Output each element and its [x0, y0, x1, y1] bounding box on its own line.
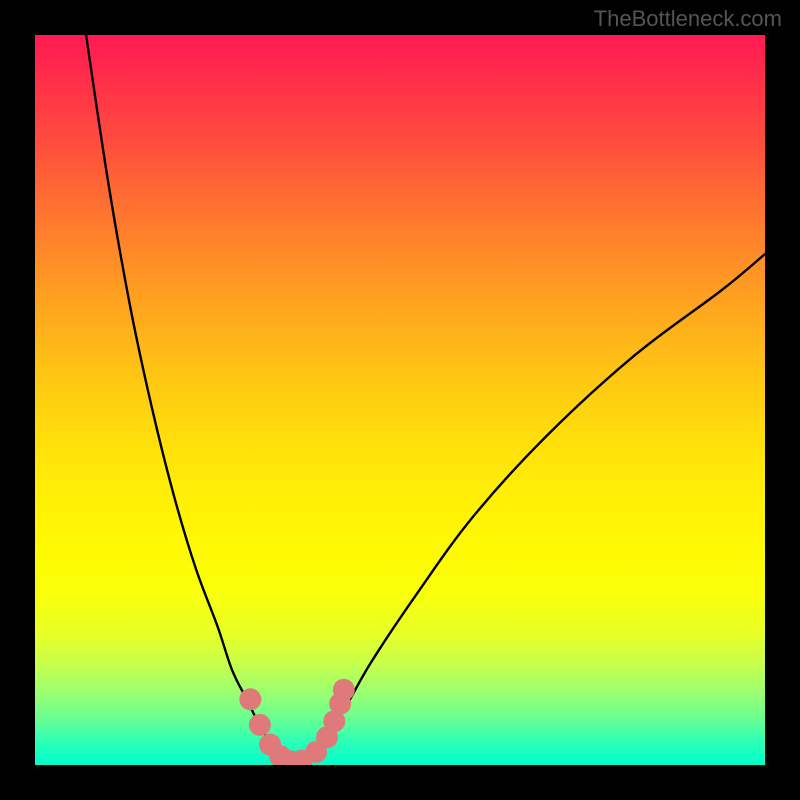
- chart-marker-dot: [333, 679, 355, 701]
- chart-marker-dot: [239, 688, 261, 710]
- chart-curve: [86, 35, 765, 762]
- chart-overlay-svg: [35, 35, 765, 765]
- chart-markers: [239, 679, 354, 765]
- watermark-text: TheBottleneck.com: [594, 6, 782, 32]
- chart-marker-dot: [249, 714, 271, 736]
- chart-plot-area: [35, 35, 765, 765]
